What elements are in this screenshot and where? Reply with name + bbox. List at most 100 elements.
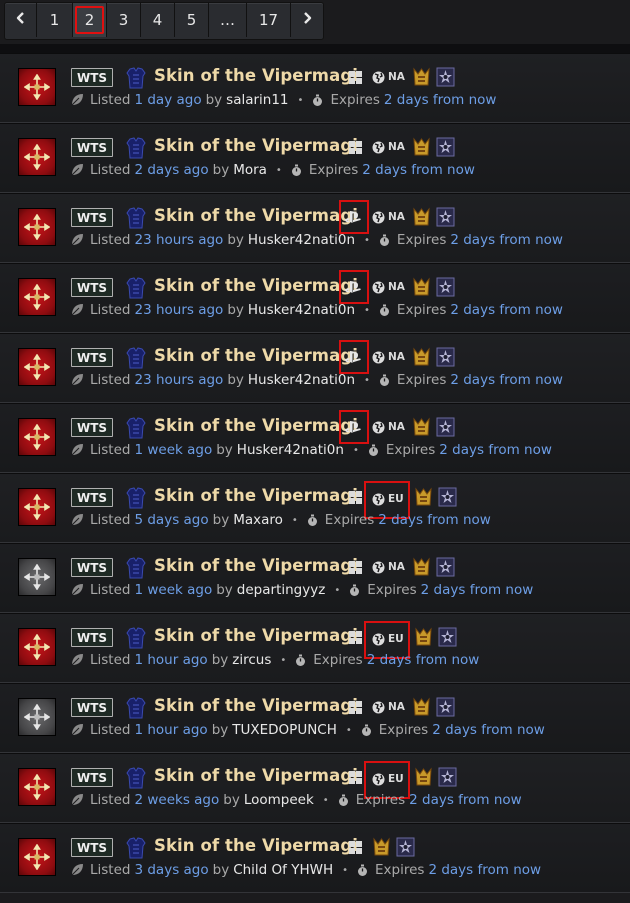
page-4-button[interactable]: 4 xyxy=(141,3,175,37)
item-thumbnail[interactable] xyxy=(18,348,56,386)
item-thumbnail[interactable] xyxy=(18,138,56,176)
armor-icon xyxy=(126,697,146,719)
region-badge: NA xyxy=(372,207,405,227)
listing-title[interactable]: Skin of the Vipermagi xyxy=(154,836,358,855)
region-label: NA xyxy=(388,701,405,713)
item-cross-icon xyxy=(24,424,50,450)
leaf-icon xyxy=(70,233,84,247)
leaf-icon xyxy=(70,373,84,387)
seller-username[interactable]: Maxaro xyxy=(233,512,283,528)
seller-username[interactable]: Husker42nati0n xyxy=(248,372,355,388)
globe-icon xyxy=(372,561,385,574)
listing-title[interactable]: Skin of the Vipermagi xyxy=(154,276,358,295)
page-3-button[interactable]: 3 xyxy=(107,3,141,37)
listing-title[interactable]: Skin of the Vipermagi xyxy=(154,136,358,155)
listing-row[interactable]: WTS Skin of the Vipermagi Listed 3 days ago… xyxy=(0,823,630,893)
listing-row[interactable]: WTS Skin of the Vipermagi EU Listed 2 weeks … xyxy=(0,753,630,823)
listing-row[interactable]: WTS Skin of the Vipermagi NA Listed 1 hour a… xyxy=(0,683,630,753)
listing-title[interactable]: Skin of the Vipermagi xyxy=(154,556,358,575)
listing-row[interactable]: WTS Skin of the Vipermagi NA Listed 23 hours… xyxy=(0,263,630,333)
region-badge: NA xyxy=(372,417,405,437)
item-thumbnail[interactable] xyxy=(18,698,56,736)
listing-meta: Listed 5 days ago by Maxaro • Expires 2 days f… xyxy=(70,512,495,528)
seller-username[interactable]: TUXEDOPUNCH xyxy=(232,722,337,738)
globe-icon xyxy=(372,773,385,786)
separator-dot: • xyxy=(345,724,352,736)
listing-title[interactable]: Skin of the Vipermagi xyxy=(154,766,358,785)
expires-label: Expires xyxy=(375,862,425,878)
item-thumbnail[interactable] xyxy=(18,838,56,876)
page-5-button[interactable]: 5 xyxy=(175,3,209,37)
listing-title[interactable]: Skin of the Vipermagi xyxy=(154,66,358,85)
seller-username[interactable]: Husker42nati0n xyxy=(248,232,355,248)
armor-icon xyxy=(126,837,146,859)
seller-username[interactable]: zircus xyxy=(232,652,271,668)
listing-row[interactable]: WTS Skin of the Vipermagi EU Listed 5 days a… xyxy=(0,473,630,543)
leaf-icon xyxy=(70,723,84,737)
prev-page-button[interactable] xyxy=(5,3,37,37)
listing-row[interactable]: WTS Skin of the Vipermagi NA Listed 23 hours… xyxy=(0,193,630,263)
expires-time: 2 days from now xyxy=(383,92,497,108)
listing-title[interactable]: Skin of the Vipermagi xyxy=(154,346,358,365)
globe-icon xyxy=(372,71,385,84)
region-badge: NA xyxy=(372,347,405,367)
item-thumbnail[interactable] xyxy=(18,418,56,456)
page-2-button[interactable]: 2 xyxy=(73,3,107,37)
item-thumbnail[interactable] xyxy=(18,278,56,316)
timer-icon xyxy=(361,724,372,737)
listing-title[interactable]: Skin of the Vipermagi xyxy=(154,206,358,225)
listing-title[interactable]: Skin of the Vipermagi xyxy=(154,416,358,435)
page-label: 4 xyxy=(152,11,163,29)
leaf-icon xyxy=(70,303,84,317)
listing-title[interactable]: Skin of the Vipermagi xyxy=(154,486,358,505)
listing-row[interactable]: WTS Skin of the Vipermagi EU Listed 1 hour a… xyxy=(0,613,630,683)
item-thumbnail[interactable] xyxy=(18,558,56,596)
listing-row[interactable]: WTS Skin of the Vipermagi NA Listed 1 week a… xyxy=(0,403,630,473)
listed-time: 23 hours ago xyxy=(134,372,224,388)
timer-icon xyxy=(349,584,360,597)
listing-row[interactable]: WTS Skin of the Vipermagi NA Listed 2 days a… xyxy=(0,123,630,193)
separator-dot: • xyxy=(291,514,298,526)
region-badge: NA xyxy=(372,697,405,717)
listing-row[interactable]: WTS Skin of the Vipermagi NA Listed 1 week a… xyxy=(0,543,630,613)
pagination: 1 2 3 4 5 … 17 xyxy=(4,2,324,40)
region-badge: NA xyxy=(372,67,405,87)
listed-label: Listed xyxy=(90,512,131,528)
item-thumbnail[interactable] xyxy=(18,628,56,666)
listing-title[interactable]: Skin of the Vipermagi xyxy=(154,626,358,645)
item-thumbnail[interactable] xyxy=(18,208,56,246)
page-1-button[interactable]: 1 xyxy=(37,3,73,37)
seller-username[interactable]: Child Of YHWH xyxy=(233,862,333,878)
expires-label: Expires xyxy=(313,652,363,668)
item-cross-icon xyxy=(24,704,50,730)
seller-username[interactable]: Husker42nati0n xyxy=(248,302,355,318)
listing-row[interactable]: WTS Skin of the Vipermagi NA Listed 23 hours… xyxy=(0,333,630,403)
seller-username[interactable]: Husker42nati0n xyxy=(237,442,344,458)
page-17-button[interactable]: 17 xyxy=(247,3,291,37)
listing-title[interactable]: Skin of the Vipermagi xyxy=(154,696,358,715)
seller-username[interactable]: Mora xyxy=(233,162,267,178)
expires-label: Expires xyxy=(367,582,417,598)
wts-badge: WTS xyxy=(71,418,113,437)
listing-row[interactable]: WTS Skin of the Vipermagi NA Listed 1 day ag… xyxy=(0,53,630,123)
listed-time: 1 hour ago xyxy=(134,722,208,738)
armor-icon xyxy=(126,67,146,89)
page-ellipsis-button[interactable]: … xyxy=(209,3,247,37)
seller-username[interactable]: Loompeek xyxy=(244,792,314,808)
ladder-icon xyxy=(372,837,391,857)
expires-label: Expires xyxy=(385,442,436,458)
region-label: NA xyxy=(388,71,405,83)
wts-badge: WTS xyxy=(71,488,113,507)
item-thumbnail[interactable] xyxy=(18,68,56,106)
item-thumbnail[interactable] xyxy=(18,768,56,806)
page-label: 17 xyxy=(258,11,279,29)
globe-icon xyxy=(372,351,385,364)
hardcore-icon xyxy=(438,627,457,647)
seller-username[interactable]: departingyyz xyxy=(237,582,326,598)
expires-label: Expires xyxy=(324,512,375,528)
seller-username[interactable]: salarin11 xyxy=(226,92,288,108)
listing-meta: Listed 23 hours ago by Husker42nati0n • Expir… xyxy=(70,372,567,388)
item-thumbnail[interactable] xyxy=(18,488,56,526)
listed-time: 5 days ago xyxy=(134,512,209,528)
next-page-button[interactable] xyxy=(291,3,323,37)
